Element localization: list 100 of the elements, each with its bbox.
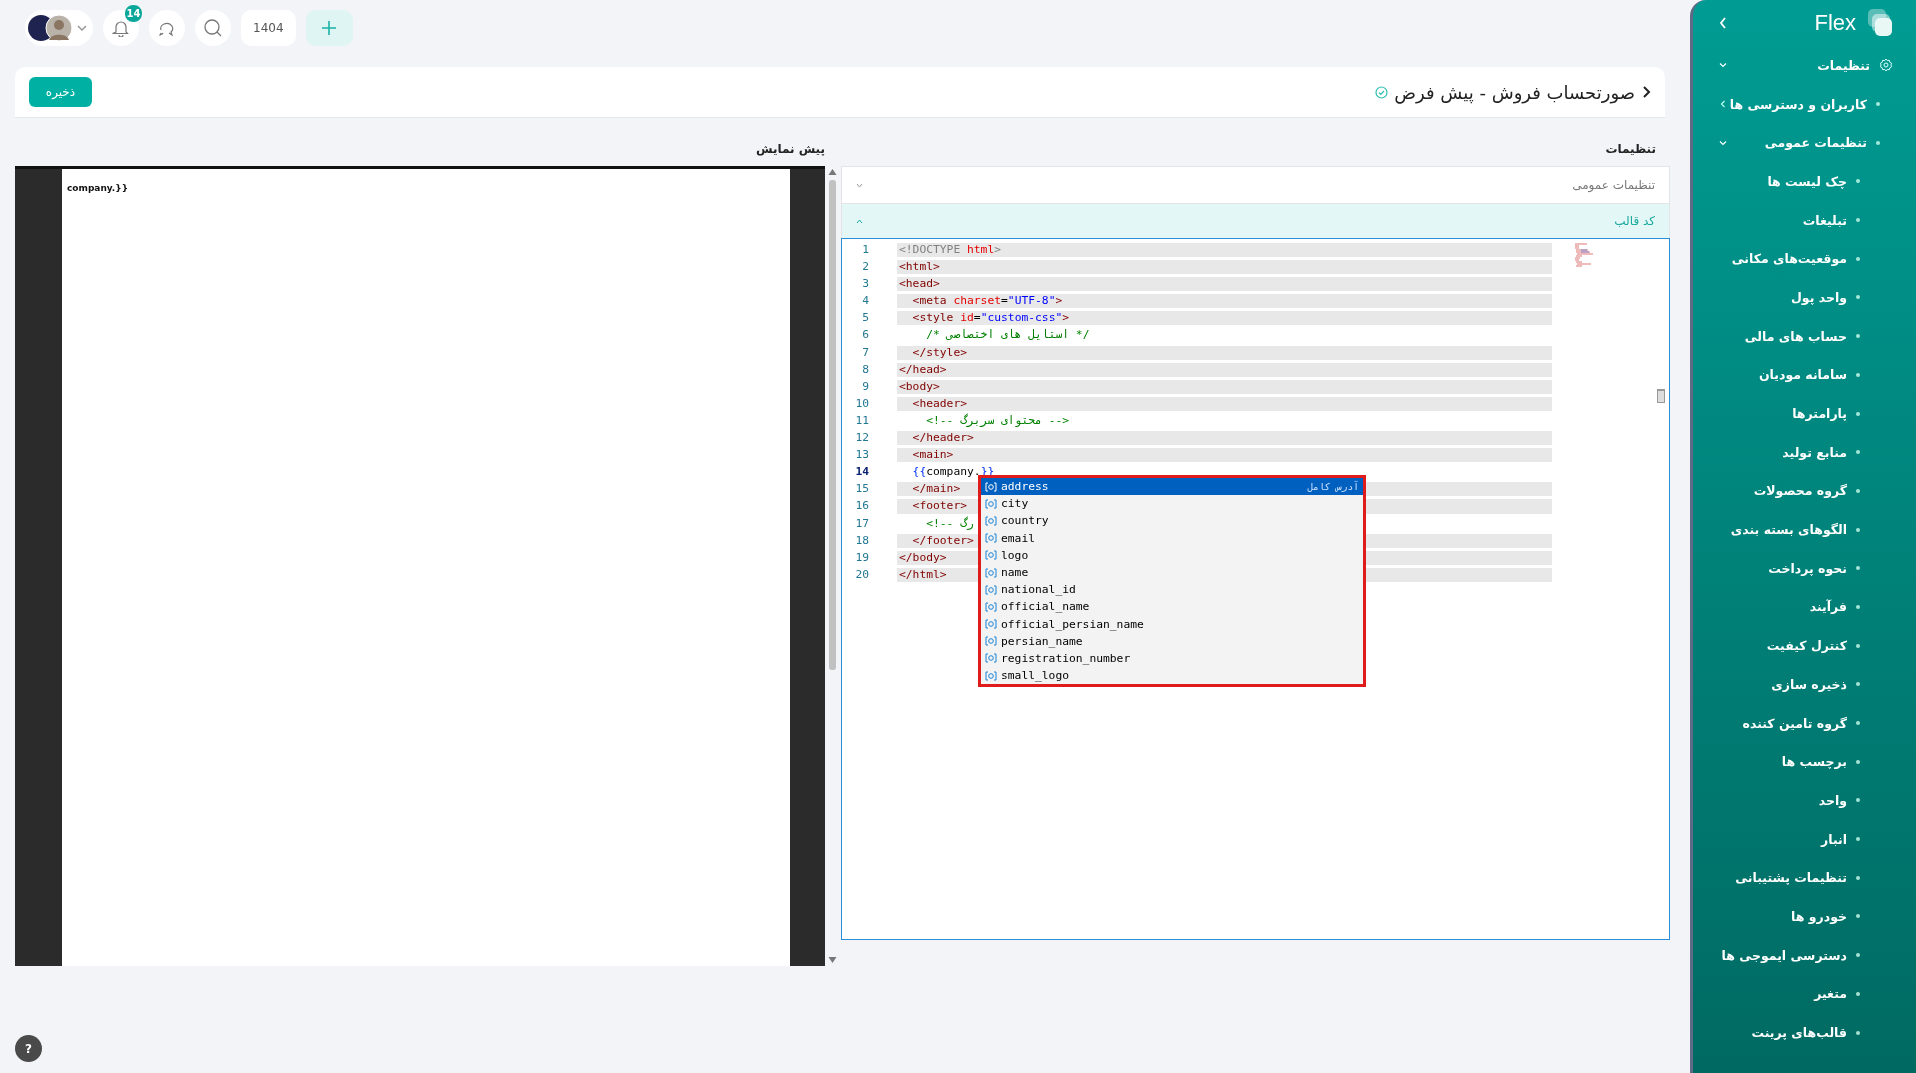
code-line: <style id="custom-css">: [911, 311, 1070, 326]
chevron-down-icon: [856, 182, 863, 188]
sidebar-item[interactable]: خودرو ها: [1693, 897, 1916, 936]
sidebar-item[interactable]: دسترسی ایموجی ها: [1693, 935, 1916, 975]
sidebar-item[interactable]: گروه تامین کننده: [1693, 703, 1916, 743]
bullet-icon: [1856, 798, 1860, 803]
sidebar-item[interactable]: پارامترها: [1693, 394, 1916, 433]
sidebar-item[interactable]: انبار: [1693, 819, 1916, 859]
sidebar-item[interactable]: تنظیمات: [1693, 46, 1916, 85]
line-number: 16: [854, 499, 869, 514]
line-number: 10: [854, 396, 869, 411]
sidebar-item[interactable]: موقعیت‌های مکانی: [1693, 239, 1916, 279]
add-button[interactable]: [305, 10, 353, 46]
suggestion-item[interactable]: persian_name: [981, 632, 1363, 650]
sidebar-item[interactable]: گروه محصولات: [1693, 471, 1916, 511]
sidebar-item[interactable]: واحد پول: [1693, 278, 1916, 317]
code-line: <meta charset="UTF-8">: [911, 294, 1063, 309]
line-number: 14: [854, 465, 869, 480]
suggestion-item[interactable]: name: [981, 563, 1363, 582]
search-icon: [203, 18, 223, 38]
search-button[interactable]: [195, 10, 231, 46]
bell-icon: [112, 19, 130, 37]
code-line: <!-- رگ: [925, 516, 974, 531]
help-button[interactable]: ?: [15, 1035, 42, 1062]
sidebar-item[interactable]: تنظیمات پشتیبانی: [1693, 858, 1916, 898]
line-number: 19: [854, 550, 869, 565]
page-title: صورتحساب فروش - پیش فرض: [1394, 81, 1635, 103]
year-selector[interactable]: 1404: [241, 10, 296, 46]
line-number: 3: [861, 277, 869, 292]
variable-icon: [985, 670, 997, 681]
line-number: 20: [854, 567, 869, 582]
sidebar-item[interactable]: منابع تولید: [1693, 432, 1916, 472]
sidebar-item[interactable]: متغیر: [1693, 974, 1916, 1014]
code-line: </style>: [911, 345, 968, 360]
suggestion-item[interactable]: registration_number: [981, 649, 1363, 668]
code-line: </main>: [911, 482, 961, 497]
sidebar-item[interactable]: تبلیغات: [1693, 200, 1916, 240]
bullet-icon: [1856, 411, 1860, 416]
suggestion-item[interactable]: national_id: [981, 581, 1363, 599]
chevron-up-icon: [856, 218, 863, 224]
sidebar-item[interactable]: ذخیره سازی: [1693, 665, 1916, 704]
code-line: <main>: [911, 448, 954, 463]
suggestion-item[interactable]: country: [981, 512, 1363, 530]
suggestion-item[interactable]: official_persian_name: [981, 615, 1363, 633]
line-number: 4: [861, 294, 869, 309]
variable-icon: [985, 515, 997, 526]
notification-badge: 14: [124, 4, 143, 23]
variable-icon: [985, 533, 997, 544]
code-line: <html>: [899, 260, 940, 275]
sidebar-item[interactable]: فرآیند: [1693, 587, 1916, 627]
bullet-icon: [1856, 218, 1860, 223]
accordion-header[interactable]: تنظیمات عمومی: [841, 166, 1670, 203]
suggestion-item[interactable]: official_name: [981, 598, 1363, 616]
notifications-button[interactable]: [103, 10, 139, 46]
collapse-chevron-icon[interactable]: [1719, 17, 1727, 29]
check-circle-icon: [1375, 85, 1389, 99]
code-line: </body>: [899, 550, 947, 565]
variable-icon: [985, 498, 997, 509]
bullet-icon: [1856, 604, 1860, 609]
line-number: 6: [861, 328, 869, 343]
bullet-icon: [1856, 179, 1860, 184]
messages-button[interactable]: [149, 10, 185, 46]
bullet-icon: [1856, 488, 1860, 493]
variable-icon: [985, 550, 997, 561]
sidebar-item[interactable]: کنترل کیفیت: [1693, 626, 1916, 665]
bullet-icon: [1856, 527, 1860, 532]
line-number: 9: [861, 379, 869, 394]
gear-icon: [1879, 58, 1893, 73]
code-line: </footer>: [911, 533, 974, 548]
account-menu[interactable]: [25, 10, 93, 46]
bullet-icon: [1856, 953, 1860, 958]
suggestion-detail: آدرس کامل: [1307, 481, 1359, 493]
suggestion-item[interactable]: logo: [981, 546, 1363, 564]
sidebar-item[interactable]: کاربران و دسترسی ها: [1693, 84, 1916, 124]
sidebar-item[interactable]: قالب‌های پرینت: [1693, 1013, 1916, 1052]
accordion-header[interactable]: کد قالب: [841, 203, 1670, 238]
suggestion-item[interactable]: email: [981, 529, 1363, 547]
back-chevron-icon[interactable]: [1641, 86, 1651, 98]
bullet-icon: [1876, 102, 1880, 107]
sidebar-item[interactable]: چک لیست ها: [1693, 162, 1916, 201]
sidebar-item[interactable]: برچسب ها: [1693, 742, 1916, 782]
line-number: 17: [854, 516, 869, 531]
variable-icon: [985, 636, 997, 647]
save-button[interactable]: ذخیره: [29, 77, 92, 107]
bullet-icon: [1856, 566, 1860, 571]
sidebar-item[interactable]: نحوه پرداخت: [1693, 548, 1916, 588]
suggestion-item[interactable]: small_logo: [981, 667, 1363, 685]
sidebar-item[interactable]: حساب های مالی: [1693, 316, 1916, 356]
suggestion-item[interactable]: city: [981, 495, 1363, 513]
sidebar-item[interactable]: سامانه مودیان: [1693, 355, 1916, 395]
section-title: تنظیمات: [1605, 141, 1656, 156]
line-number: 15: [854, 482, 869, 497]
bullet-icon: [1856, 334, 1860, 339]
bullet-icon: [1856, 450, 1860, 455]
line-number: 18: [854, 533, 869, 548]
sidebar-item[interactable]: تنظیمات عمومی: [1693, 123, 1916, 163]
sidebar-item[interactable]: الگوهای بسته بندی: [1693, 510, 1916, 549]
line-number: 7: [861, 345, 869, 360]
scroll-thumb-drawing[interactable]: [1657, 389, 1665, 403]
sidebar-item[interactable]: واحد: [1693, 781, 1916, 820]
